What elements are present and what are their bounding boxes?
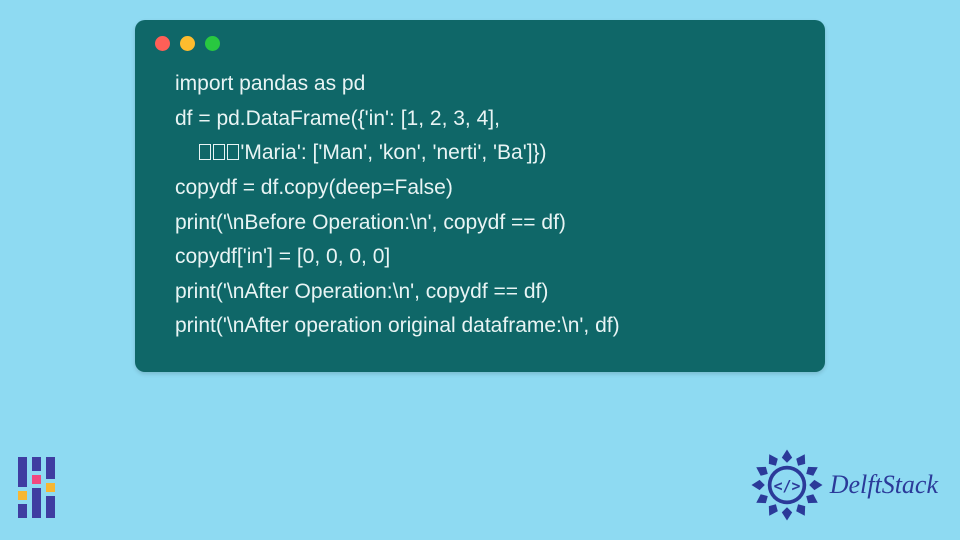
maximize-icon[interactable] — [205, 36, 220, 51]
code-block: import pandas as pddf = pd.DataFrame({'i… — [135, 63, 825, 344]
code-line: copydf['in'] = [0, 0, 0, 0] — [175, 240, 785, 275]
missing-glyph-icon — [213, 144, 225, 160]
badge-icon: </> — [750, 448, 824, 522]
close-icon[interactable] — [155, 36, 170, 51]
code-line: print('\nAfter operation original datafr… — [175, 309, 785, 344]
code-line: 'Maria': ['Man', 'kon', 'nerti', 'Ba']}) — [175, 136, 785, 171]
window-titlebar — [135, 20, 825, 63]
code-line: import pandas as pd — [175, 67, 785, 102]
code-line: print('\nAfter Operation:\n', copydf == … — [175, 275, 785, 310]
brand-name: DelftStack — [830, 470, 938, 500]
code-line: print('\nBefore Operation:\n', copydf ==… — [175, 206, 785, 241]
svg-text:</>: </> — [773, 478, 800, 495]
missing-glyph-icon — [227, 144, 239, 160]
missing-glyph-icon — [199, 144, 211, 160]
code-card: import pandas as pddf = pd.DataFrame({'i… — [135, 20, 825, 372]
code-line: df = pd.DataFrame({'in': [1, 2, 3, 4], — [175, 102, 785, 137]
left-brand-icon — [18, 457, 55, 518]
brand-logo: </> DelftStack — [750, 448, 938, 522]
minimize-icon[interactable] — [180, 36, 195, 51]
code-line: copydf = df.copy(deep=False) — [175, 171, 785, 206]
